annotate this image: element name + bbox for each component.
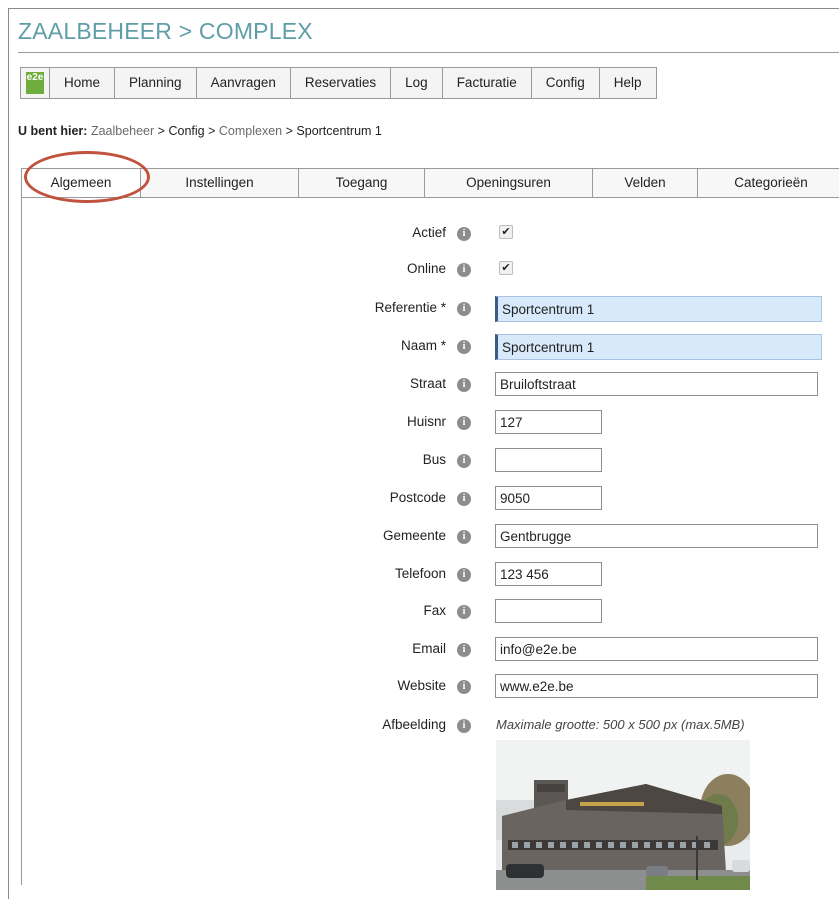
tab-velden[interactable]: Velden [593, 169, 698, 197]
naam-input[interactable] [495, 334, 822, 360]
menu-aanvragen[interactable]: Aanvragen [197, 68, 291, 98]
info-icon[interactable]: i [457, 340, 471, 354]
page-title: ZAALBEHEER > COMPLEX [18, 18, 313, 44]
info-icon[interactable]: i [457, 530, 471, 544]
actief-label: Actief [412, 225, 446, 240]
telefoon-input[interactable] [495, 562, 602, 586]
form-row-huisnr: Huisnr i [0, 410, 839, 436]
form-row-website: Website i [0, 674, 839, 700]
complex-photo[interactable] [496, 740, 750, 890]
menu-log[interactable]: Log [391, 68, 443, 98]
menu-reservaties[interactable]: Reservaties [291, 68, 392, 98]
website-label: Website [397, 678, 446, 693]
afbeelding-label: Afbeelding [382, 717, 446, 732]
info-icon[interactable]: i [457, 680, 471, 694]
fax-label: Fax [423, 603, 446, 618]
info-icon[interactable]: i [457, 643, 471, 657]
form-row-telefoon: Telefoon i [0, 562, 839, 588]
postcode-input[interactable] [495, 486, 602, 510]
breadcrumb-config[interactable]: Config [168, 124, 204, 138]
form-row-bus: Bus i [0, 448, 839, 474]
straat-label: Straat [409, 376, 446, 391]
form-row-email: Email i [0, 637, 839, 663]
breadcrumb: U bent hier: Zaalbeheer > Config > Compl… [18, 124, 382, 138]
breadcrumb-prefix: U bent hier: [18, 124, 88, 138]
info-icon[interactable]: i [457, 378, 471, 392]
main-menu: e2e Home Planning Aanvragen Reservaties … [20, 67, 657, 99]
info-icon[interactable]: i [457, 492, 471, 506]
online-label: Online [406, 261, 446, 276]
menu-help[interactable]: Help [600, 68, 656, 98]
actief-checkbox[interactable]: ✔ [499, 225, 513, 239]
menu-facturatie[interactable]: Facturatie [443, 68, 532, 98]
form-row-afbeelding: Afbeelding i Maximale grootte: 500 x 500… [0, 713, 839, 739]
online-checkbox[interactable]: ✔ [499, 261, 513, 275]
tab-instellingen[interactable]: Instellingen [141, 169, 299, 197]
email-input[interactable] [495, 637, 818, 661]
form-row-gemeente: Gemeente i [0, 524, 839, 550]
form-row-fax: Fax i [0, 599, 839, 625]
tab-toegang[interactable]: Toegang [299, 169, 425, 197]
breadcrumb-sep: > [285, 124, 293, 138]
gemeente-input[interactable] [495, 524, 818, 548]
breadcrumb-sep: > [157, 124, 165, 138]
info-icon[interactable]: i [457, 719, 471, 733]
referentie-label: Referentie * [374, 300, 446, 315]
breadcrumb-zaalbeheer[interactable]: Zaalbeheer [91, 124, 154, 138]
menu-home[interactable]: Home [50, 68, 116, 98]
huisnr-input[interactable] [495, 410, 602, 434]
info-icon[interactable]: i [457, 416, 471, 430]
title-divider [18, 52, 839, 53]
info-icon[interactable]: i [457, 302, 471, 316]
highlight-circle [24, 151, 150, 203]
fax-input[interactable] [495, 599, 602, 623]
building-photo-illustration [496, 740, 750, 890]
breadcrumb-current: Sportcentrum 1 [296, 124, 382, 138]
info-icon[interactable]: i [457, 227, 471, 241]
breadcrumb-sep: > [208, 124, 216, 138]
form-row-naam: Naam * i [0, 334, 839, 360]
naam-label: Naam * [400, 338, 446, 353]
referentie-input[interactable] [495, 296, 822, 322]
straat-input[interactable] [495, 372, 818, 396]
form-row-straat: Straat i [0, 372, 839, 398]
form-row-postcode: Postcode i [0, 486, 839, 512]
info-icon[interactable]: i [457, 568, 471, 582]
form-row-online: Online i ✔ [0, 257, 839, 283]
form-row-actief: Actief i ✔ [0, 221, 839, 247]
postcode-label: Postcode [389, 490, 446, 505]
email-label: Email [412, 641, 446, 656]
huisnr-label: Huisnr [406, 414, 446, 429]
info-icon[interactable]: i [457, 454, 471, 468]
e2e-logo-icon: e2e [26, 72, 44, 94]
menu-config[interactable]: Config [532, 68, 600, 98]
logo[interactable]: e2e [21, 68, 50, 98]
gemeente-label: Gemeente [382, 528, 446, 543]
bus-label: Bus [422, 452, 446, 467]
telefoon-label: Telefoon [394, 566, 446, 581]
info-icon[interactable]: i [457, 263, 471, 277]
afbeelding-hint: Maximale grootte: 500 x 500 px (max.5MB) [496, 717, 745, 732]
tab-openingsuren[interactable]: Openingsuren [425, 169, 593, 197]
website-input[interactable] [495, 674, 818, 698]
info-icon[interactable]: i [457, 605, 471, 619]
tab-categorieen[interactable]: Categorieën [698, 169, 839, 197]
form-row-referentie: Referentie * i [0, 296, 839, 322]
breadcrumb-complexen[interactable]: Complexen [219, 124, 282, 138]
menu-planning[interactable]: Planning [115, 68, 197, 98]
bus-input[interactable] [495, 448, 602, 472]
